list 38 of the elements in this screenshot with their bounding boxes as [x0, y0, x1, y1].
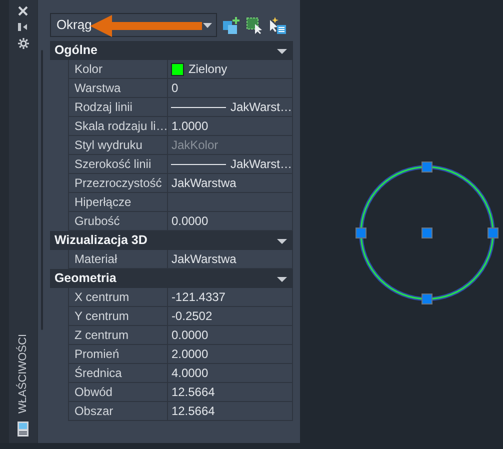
property-label: X centrum [68, 288, 168, 307]
section-header[interactable]: Wizualizacja 3D [50, 231, 293, 250]
property-value[interactable]: 0 [168, 79, 293, 98]
property-value[interactable]: JakWarst… [168, 98, 293, 117]
property-label: Rodzaj linii [68, 98, 168, 117]
property-value[interactable]: JakWarstwa [168, 174, 293, 193]
settings-icon[interactable] [18, 38, 28, 49]
properties-icon[interactable] [17, 421, 29, 437]
property-value[interactable]: JakWarst… [168, 155, 293, 174]
property-label: Hiperłącze [68, 193, 168, 212]
property-label: Skala rodzaju li… [68, 117, 168, 136]
property-label: Szerokość linii [68, 155, 168, 174]
property-label: Styl wydruku [68, 136, 168, 155]
property-label: Kolor [68, 60, 168, 79]
property-value[interactable]: 12.5664 [168, 402, 293, 421]
property-value[interactable]: 12.5664 [168, 383, 293, 402]
property-label: Warstwa [68, 79, 168, 98]
property-value[interactable]: -121.4337 [168, 288, 293, 307]
section-header[interactable]: Ogólne [50, 41, 293, 60]
select-objects-icon[interactable] [246, 16, 264, 34]
close-icon[interactable] [18, 6, 28, 16]
property-value[interactable]: -0.2502 [168, 307, 293, 326]
property-value[interactable]: Zielony [168, 60, 293, 79]
property-value[interactable]: 0.0000 [168, 326, 293, 345]
property-label: Promień [68, 345, 168, 364]
property-label: Średnica [68, 364, 168, 383]
property-label: Obszar [68, 402, 168, 421]
section-header[interactable]: Geometria [50, 269, 293, 288]
property-label: Przezroczystość [68, 174, 168, 193]
line-sample [171, 106, 226, 108]
property-value[interactable]: 2.0000 [168, 345, 293, 364]
palette-title: WŁAŚCIWOŚCI [15, 334, 30, 413]
caret-icon [203, 22, 212, 28]
property-label: Obwód [68, 383, 168, 402]
property-value[interactable]: 1.0000 [168, 117, 293, 136]
property-value[interactable]: 4.0000 [168, 364, 293, 383]
property-label: Z centrum [68, 326, 168, 345]
property-label: Y centrum [68, 307, 168, 326]
